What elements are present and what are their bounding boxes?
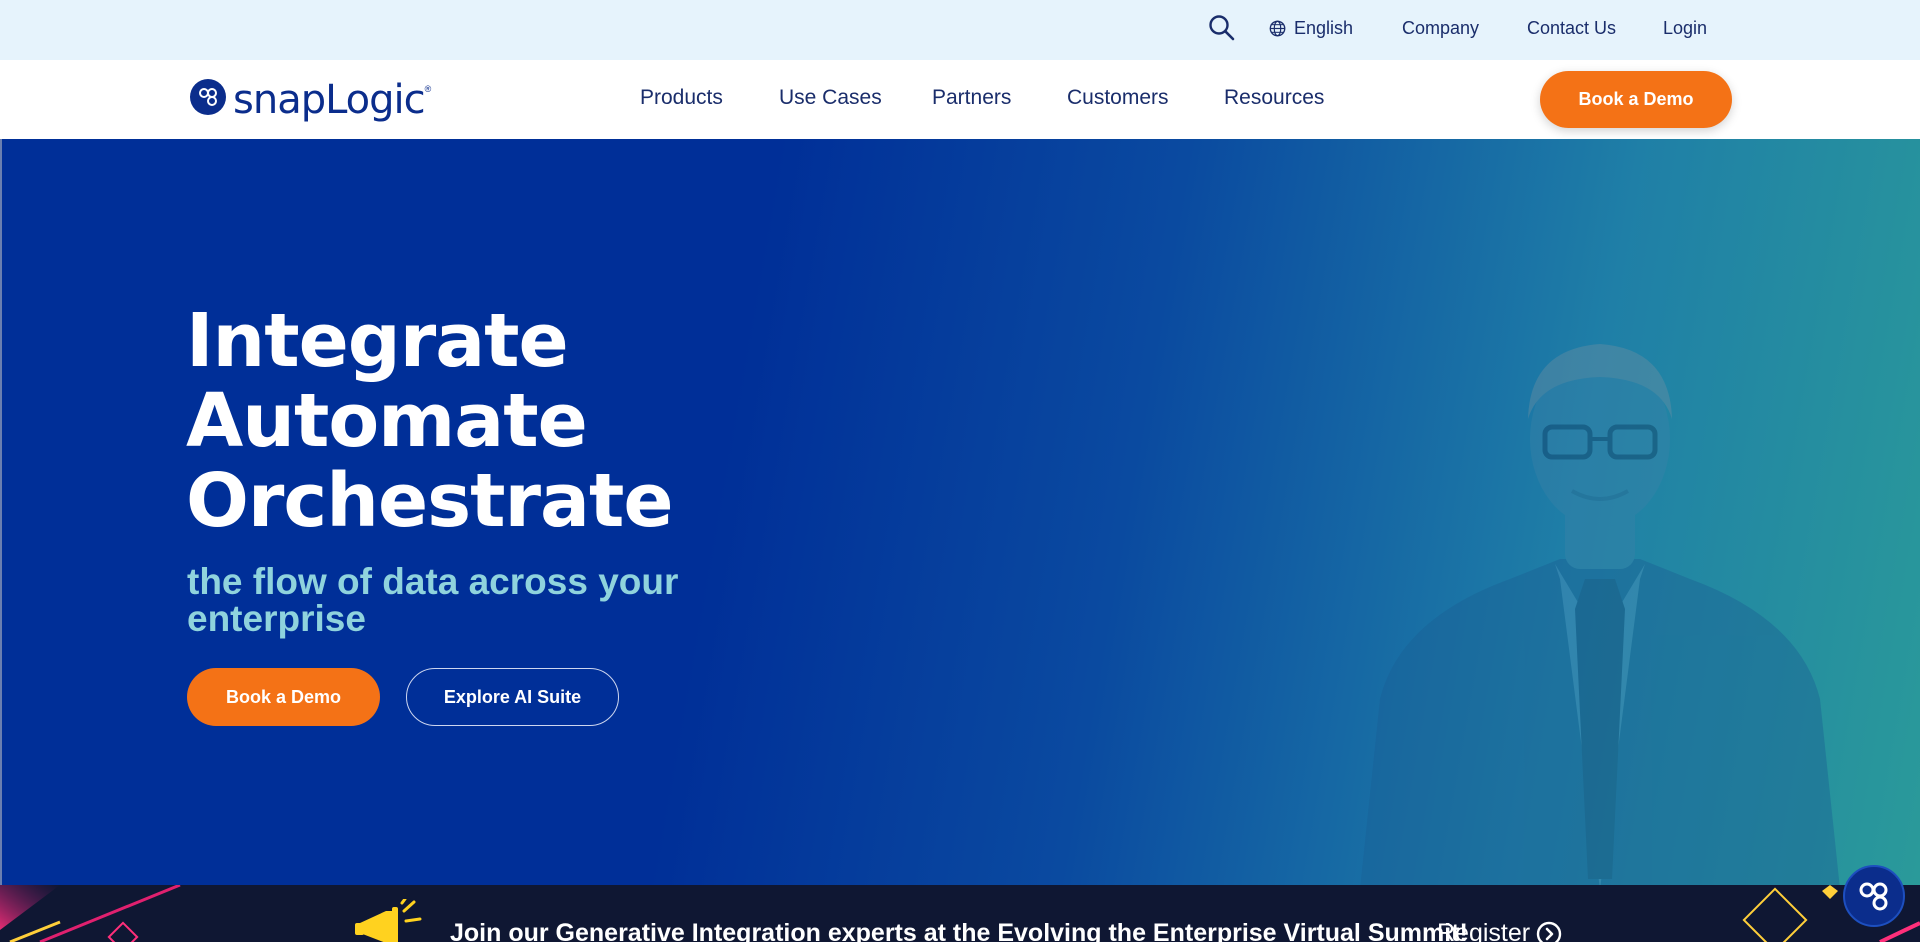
explore-ai-suite-button[interactable]: Explore AI Suite: [406, 668, 619, 726]
nav-use-cases[interactable]: Use Cases: [779, 86, 882, 110]
register-label: Register: [1437, 919, 1531, 942]
hero-headline-integrate: Integrate: [186, 298, 569, 384]
nav-partners[interactable]: Partners: [932, 86, 1011, 110]
nav-customers[interactable]: Customers: [1067, 86, 1169, 110]
chat-logo-icon: [1859, 882, 1888, 911]
logo-mark-icon: [190, 79, 226, 115]
announcement-banner: Join our Generative Integration experts …: [0, 885, 1920, 942]
banner-left-decoration: [0, 885, 181, 942]
banner-register-link[interactable]: Register: [1437, 919, 1562, 942]
hero-book-demo-button[interactable]: Book a Demo: [187, 668, 380, 726]
company-link[interactable]: Company: [1402, 18, 1479, 39]
hero-subtitle-line-2: enterprise: [187, 598, 366, 639]
hero-edge-divider: [0, 139, 2, 885]
businessman-photo: [1360, 344, 1840, 885]
search-button[interactable]: [1208, 14, 1236, 42]
chevron-right-circle-icon: [1536, 921, 1562, 942]
language-label: English: [1294, 18, 1354, 38]
search-icon: [1209, 15, 1235, 41]
hero-subtitle-line-1: the flow of data across your: [187, 561, 679, 602]
main-nav: snapLogic ® Products Use Cases Partners …: [0, 60, 1920, 139]
logo-registered-mark: ®: [424, 84, 432, 94]
megaphone-icon: [355, 899, 422, 942]
snaplogic-logo[interactable]: snapLogic ®: [190, 70, 431, 130]
logo-wordmark: snapLogic: [233, 77, 426, 123]
nav-resources[interactable]: Resources: [1224, 86, 1324, 110]
hero-headline-automate: Automate: [186, 378, 588, 464]
globe-icon: [1269, 20, 1286, 37]
banner-message: Join our Generative Integration experts …: [450, 919, 1468, 942]
utility-bar: English Company Contact Us Login: [0, 0, 1920, 60]
nav-products[interactable]: Products: [640, 86, 723, 110]
language-selector[interactable]: English: [1269, 18, 1353, 39]
contact-us-link[interactable]: Contact Us: [1527, 18, 1616, 39]
nav-book-demo-button[interactable]: Book a Demo: [1540, 71, 1732, 128]
chat-widget-button[interactable]: [1843, 865, 1905, 927]
login-link[interactable]: Login: [1663, 18, 1707, 39]
hero-headline-orchestrate: Orchestrate: [186, 458, 674, 544]
hero-section: Integrate Automate Orchestrate the flow …: [0, 139, 1920, 885]
